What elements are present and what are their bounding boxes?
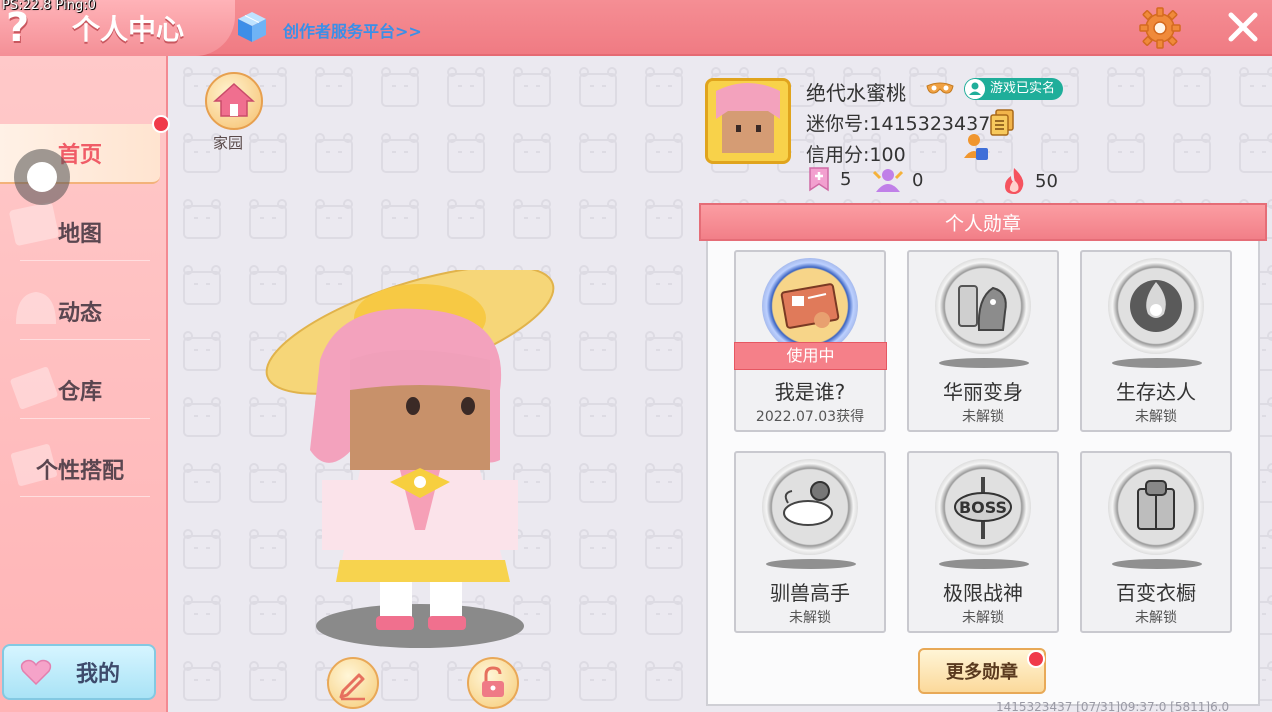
medal-shadow bbox=[939, 559, 1029, 569]
medal-card-survival-expert[interactable]: 生存达人 未解锁 bbox=[1080, 250, 1232, 432]
stat-heat-value: 50 bbox=[1035, 170, 1058, 192]
creator-cube-icon[interactable] bbox=[236, 10, 268, 44]
medal-name: 极限战神 bbox=[943, 581, 1023, 605]
medal-name: 驯兽高手 bbox=[770, 581, 850, 605]
debug-overlay: PS:22.8 Ping:0 bbox=[2, 0, 96, 13]
medal-card-who-am-i[interactable]: 使用中 我是谁? 2022.07.03获得 bbox=[734, 250, 887, 432]
sidebar-item-feed[interactable]: 动态 bbox=[0, 281, 160, 341]
creator-platform-link[interactable]: 创作者服务平台>> bbox=[283, 18, 422, 42]
id-card-icon bbox=[762, 258, 858, 354]
avatar-face-icon bbox=[708, 81, 788, 161]
medal-status: 未解锁 bbox=[1135, 409, 1177, 425]
stat-heat: 50 bbox=[1001, 166, 1058, 196]
my-button[interactable]: 我的 bbox=[2, 644, 156, 700]
notification-dot bbox=[1027, 650, 1045, 668]
tame-beast-icon bbox=[762, 459, 858, 555]
stat-fans: 0 bbox=[872, 166, 923, 194]
medal-card-versatile-wardrobe[interactable]: 百变衣橱 未解锁 bbox=[1080, 451, 1232, 633]
stat-bookmark: 5 bbox=[806, 166, 851, 192]
medal-status: 2022.07.03获得 bbox=[755, 409, 865, 425]
sidebar-item-warehouse[interactable]: 仓库 bbox=[0, 360, 160, 420]
bookmark-icon bbox=[809, 167, 829, 192]
gear-icon[interactable] bbox=[1138, 6, 1182, 50]
medal-card-extreme-warrior[interactable]: BOSS 极限战神 未解锁 bbox=[907, 451, 1059, 633]
flame-icon bbox=[1005, 168, 1024, 194]
lock-button[interactable] bbox=[467, 657, 519, 709]
medal-status: 未解锁 bbox=[962, 610, 1004, 626]
medal-shadow bbox=[1112, 358, 1202, 368]
profile-portrait[interactable] bbox=[705, 78, 791, 164]
medal-name: 我是谁? bbox=[774, 380, 846, 404]
in-use-tag: 使用中 bbox=[734, 342, 887, 370]
my-button-label: 我的 bbox=[76, 662, 121, 687]
copy-icon[interactable] bbox=[989, 108, 1015, 136]
virtual-joystick[interactable] bbox=[14, 149, 70, 205]
homeland-label: 家园 bbox=[213, 134, 244, 152]
medal-shadow bbox=[766, 559, 856, 569]
player-avatar bbox=[265, 270, 555, 648]
medal-panel-title: 个人勋章 bbox=[699, 203, 1267, 241]
medal-name: 百变衣橱 bbox=[1116, 581, 1196, 605]
realname-verified-badge: 游戏已实名 bbox=[964, 78, 1064, 100]
medal-card-beast-tamer[interactable]: 驯兽高手 未解锁 bbox=[734, 451, 886, 633]
stat-bookmark-value: 5 bbox=[840, 168, 852, 190]
nickname: 绝代水蜜桃 bbox=[806, 81, 906, 105]
help-icon[interactable]: ? bbox=[6, 8, 29, 48]
realname-badge-label: 游戏已实名 bbox=[990, 81, 1056, 96]
campfire-icon bbox=[1108, 258, 1204, 354]
stat-fans-value: 0 bbox=[912, 169, 924, 191]
medal-status: 未解锁 bbox=[789, 610, 831, 626]
house-icon bbox=[213, 82, 255, 117]
sidebar-item-outfit[interactable]: 个性搭配 bbox=[0, 439, 160, 499]
medal-name: 华丽变身 bbox=[943, 380, 1023, 404]
edit-avatar-button[interactable] bbox=[327, 657, 379, 709]
credit-person-icon[interactable] bbox=[962, 132, 990, 162]
close-icon[interactable] bbox=[1226, 10, 1260, 44]
homeland-button[interactable] bbox=[205, 72, 263, 130]
medal-card-gorgeous-transform[interactable]: 华丽变身 未解锁 bbox=[907, 250, 1059, 432]
credit-score: 信用分:100 bbox=[806, 144, 906, 166]
top-bar: ? 个人中心 PS:22.8 Ping:0 创作者服务平台>> bbox=[0, 0, 1272, 56]
medal-status: 未解锁 bbox=[962, 409, 1004, 425]
medal-shadow bbox=[939, 358, 1029, 368]
person-check-icon bbox=[965, 79, 985, 99]
pencil-icon bbox=[339, 673, 365, 701]
boss-sign-icon: BOSS bbox=[935, 459, 1031, 555]
medal-status: 未解锁 bbox=[1135, 610, 1177, 626]
dino-mirror-icon bbox=[935, 258, 1031, 354]
footer-debug-info: 1415323437 [07/31]09:37:0 [5811]6.0 bbox=[996, 700, 1230, 712]
mask-icon bbox=[926, 82, 954, 94]
page-title: 个人中心 bbox=[72, 13, 185, 46]
svg-text:BOSS: BOSS bbox=[959, 498, 1007, 517]
notification-dot bbox=[152, 115, 170, 133]
medal-shadow bbox=[1112, 559, 1202, 569]
wardrobe-icon bbox=[1108, 459, 1204, 555]
unlock-icon bbox=[482, 666, 504, 697]
medal-name: 生存达人 bbox=[1116, 380, 1196, 404]
fan-icon bbox=[872, 169, 904, 192]
sidebar-item-map[interactable]: 地图 bbox=[0, 202, 160, 262]
heart-icon bbox=[20, 659, 52, 686]
